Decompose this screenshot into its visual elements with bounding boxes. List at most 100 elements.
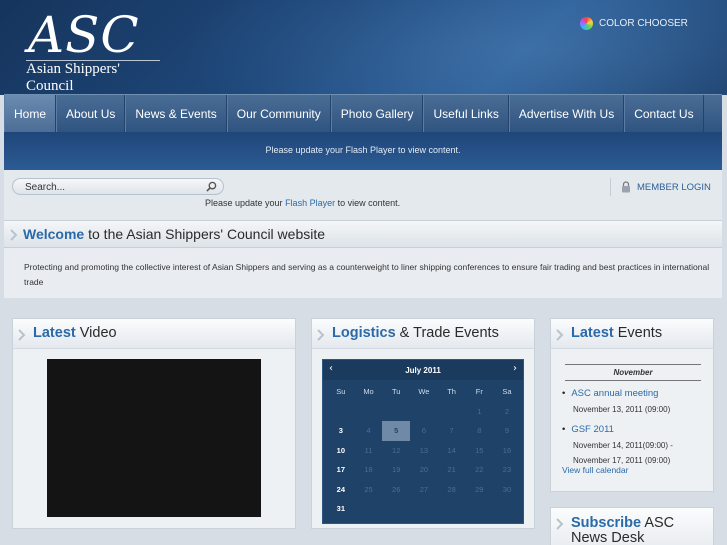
panel-title-highlight: Latest bbox=[571, 325, 614, 341]
nav-contact-us[interactable]: Contact Us bbox=[624, 95, 704, 133]
logo[interactable]: ASC bbox=[28, 6, 140, 64]
utility-bar: Please update your Flash Player to view … bbox=[4, 170, 722, 220]
color-chooser[interactable]: COLOR CHOOSER bbox=[580, 17, 688, 30]
panel-header: Logistics & Trade Events bbox=[312, 319, 534, 349]
calendar-day[interactable]: 22 bbox=[465, 460, 493, 480]
subscribe-panel: Subscribe ASC News Desk bbox=[550, 507, 714, 545]
calendar-day[interactable]: 27 bbox=[410, 480, 438, 500]
nav-about-us[interactable]: About Us bbox=[56, 95, 126, 133]
calendar-day[interactable]: 9 bbox=[493, 421, 521, 441]
calendar-day[interactable]: 26 bbox=[382, 480, 410, 500]
calendar-day[interactable]: 16 bbox=[493, 441, 521, 461]
nav-photo-gallery[interactable]: Photo Gallery bbox=[330, 95, 424, 133]
calendar-day[interactable]: 5 bbox=[382, 421, 411, 441]
member-login[interactable]: MEMBER LOGIN bbox=[610, 178, 711, 196]
list-item: GSF 2011 November 14, 2011(09:00) - Nove… bbox=[562, 421, 707, 468]
panel-header: Latest Video bbox=[13, 319, 295, 349]
site-header: ASC Asian Shippers' Council COLOR CHOOSE… bbox=[0, 0, 727, 95]
chevron-right-icon bbox=[10, 229, 18, 241]
video-player[interactable] bbox=[47, 359, 261, 517]
list-item: ASC annual meeting November 13, 2011 (09… bbox=[562, 385, 707, 417]
chevron-right-icon bbox=[18, 329, 26, 341]
calendar-day[interactable]: 28 bbox=[438, 480, 466, 500]
flash-notice-after: to view content. bbox=[335, 198, 401, 208]
calendar-day[interactable]: 23 bbox=[493, 460, 521, 480]
calendar-grid: Su Mo Tu We Th Fr Sa 1 2 3 4 5 6 7 8 9 10 11 12 13 14 15 16 17 1… bbox=[327, 382, 521, 519]
calendar-day[interactable]: 13 bbox=[410, 441, 438, 461]
calendar-day[interactable]: 25 bbox=[355, 480, 383, 500]
calendar-day[interactable]: 3 bbox=[327, 421, 355, 441]
panel-title: Latest Events bbox=[571, 325, 662, 341]
calendar-empty-cell bbox=[493, 499, 521, 519]
nav-home[interactable]: Home bbox=[4, 95, 57, 133]
calendar-day[interactable]: 29 bbox=[465, 480, 493, 500]
calendar-empty-cell bbox=[355, 499, 383, 519]
color-wheel-icon bbox=[580, 17, 593, 30]
search-box bbox=[12, 178, 224, 195]
calendar-day[interactable]: 21 bbox=[438, 460, 466, 480]
panel-header: Latest Events bbox=[551, 319, 713, 349]
calendar-weekday-row: Su Mo Tu We Th Fr Sa bbox=[327, 382, 521, 402]
intro-section: Protecting and promoting the collective … bbox=[4, 248, 722, 298]
flash-player-link[interactable]: Flash Player bbox=[285, 198, 335, 208]
event-link[interactable]: GSF 2011 bbox=[562, 421, 707, 438]
logistics-events-panel: Logistics & Trade Events ‹ July 2011 › S… bbox=[311, 318, 535, 529]
calendar-day[interactable]: 14 bbox=[438, 441, 466, 461]
calendar-day[interactable]: 19 bbox=[382, 460, 410, 480]
nav-our-community[interactable]: Our Community bbox=[226, 95, 331, 133]
panel-title-highlight: Subscribe bbox=[571, 515, 642, 531]
panel-title: Subscribe ASC News Desk bbox=[571, 516, 711, 545]
calendar-day[interactable]: 2 bbox=[493, 402, 521, 422]
view-full-calendar-link[interactable]: View full calendar bbox=[562, 465, 628, 475]
calendar-day[interactable]: 24 bbox=[327, 480, 355, 500]
flash-notice: Please update your Flash Player to view … bbox=[205, 198, 400, 208]
search-icon[interactable] bbox=[206, 181, 217, 192]
calendar-day[interactable]: 20 bbox=[410, 460, 438, 480]
calendar-next-button[interactable]: › bbox=[513, 363, 517, 374]
latest-events-panel: Latest Events November ASC annual meetin… bbox=[550, 318, 714, 492]
calendar-day[interactable]: 7 bbox=[438, 421, 466, 441]
calendar-day[interactable]: 6 bbox=[410, 421, 438, 441]
calendar-day[interactable]: 18 bbox=[355, 460, 383, 480]
calendar-weekday: Su bbox=[336, 387, 346, 396]
search-input[interactable] bbox=[25, 181, 195, 193]
calendar-empty-cell bbox=[382, 499, 410, 519]
calendar-day[interactable]: 12 bbox=[382, 441, 410, 461]
panel-title: Latest Video bbox=[33, 325, 117, 341]
calendar-day[interactable]: 15 bbox=[465, 441, 493, 461]
calendar-day[interactable]: 1 bbox=[465, 402, 493, 422]
welcome-bar: Welcome to the Asian Shippers' Council w… bbox=[4, 220, 722, 248]
calendar-week-row: 10 11 12 13 14 15 16 bbox=[327, 441, 521, 461]
calendar-header: ‹ July 2011 › bbox=[323, 360, 523, 380]
nav-useful-links[interactable]: Useful Links bbox=[423, 95, 509, 133]
calendar-day[interactable]: 11 bbox=[355, 441, 383, 461]
nav-news-events[interactable]: News & Events bbox=[125, 95, 227, 133]
calendar-weekday: Mo bbox=[363, 387, 374, 396]
main-nav: Home About Us News & Events Our Communit… bbox=[4, 94, 722, 133]
calendar-weekday: Sa bbox=[502, 387, 512, 396]
events-calendar: ‹ July 2011 › Su Mo Tu We Th Fr Sa 1 2 3 4 5 6 7 8 9 10 1… bbox=[322, 359, 524, 524]
calendar-week-row: 3456789 bbox=[327, 421, 521, 441]
events-month-label: November bbox=[565, 364, 701, 381]
calendar-empty-cell bbox=[355, 402, 383, 422]
calendar-day[interactable]: 30 bbox=[493, 480, 521, 500]
calendar-day[interactable]: 4 bbox=[355, 421, 383, 441]
calendar-empty-cell bbox=[438, 499, 466, 519]
nav-advertise-with-us[interactable]: Advertise With Us bbox=[508, 95, 625, 133]
latest-video-panel: Latest Video bbox=[12, 318, 296, 529]
welcome-rest: to the Asian Shippers' Council website bbox=[84, 226, 326, 242]
calendar-week-row: 24 25 26 27 28 29 30 bbox=[327, 480, 521, 500]
calendar-weekday: Fr bbox=[475, 387, 483, 396]
calendar-day[interactable]: 17 bbox=[327, 460, 355, 480]
calendar-empty-cell bbox=[465, 499, 493, 519]
intro-text: Protecting and promoting the collective … bbox=[24, 262, 710, 287]
calendar-weekday: Tu bbox=[391, 387, 401, 396]
calendar-day[interactable]: 10 bbox=[327, 441, 355, 461]
panel-title-highlight: Latest bbox=[33, 325, 76, 341]
chevron-right-icon bbox=[556, 329, 564, 341]
calendar-empty-cell bbox=[438, 402, 466, 422]
calendar-day[interactable]: 31 bbox=[327, 499, 355, 519]
event-link[interactable]: ASC annual meeting bbox=[562, 385, 707, 402]
calendar-day[interactable]: 8 bbox=[465, 421, 493, 441]
